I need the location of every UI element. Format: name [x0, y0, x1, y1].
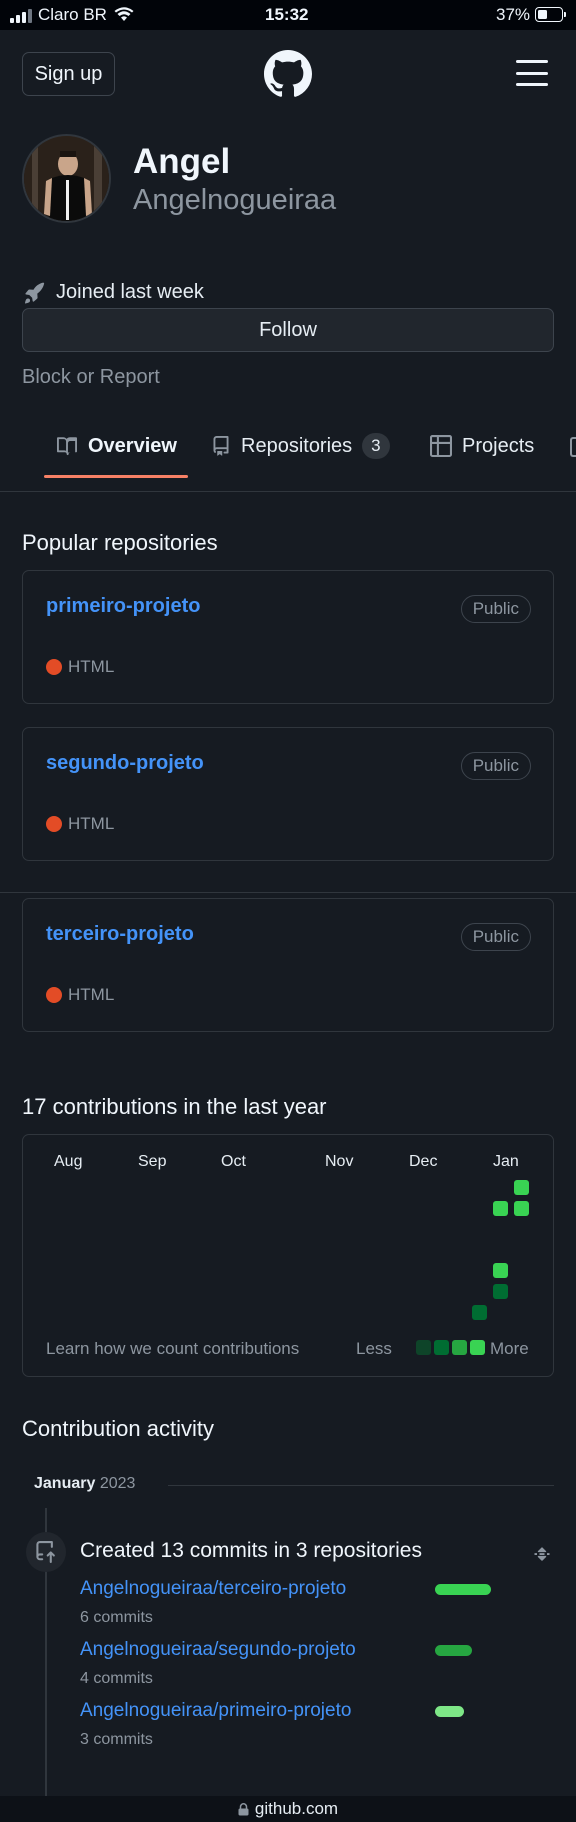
repo-count-badge: 3 — [362, 433, 390, 459]
month-label: Dec — [409, 1153, 438, 1170]
popular-repos-heading: Popular repositories — [22, 530, 218, 555]
tabs-divider — [0, 491, 576, 492]
activity-year: 2023 — [99, 1475, 136, 1492]
browser-url-bar[interactable]: github.com — [0, 1796, 576, 1822]
repo-card: primeiro-projeto Public HTML — [22, 570, 554, 704]
table-icon — [430, 435, 452, 457]
sign-up-button[interactable]: Sign up — [22, 52, 115, 96]
tab-overflow-icon[interactable] — [570, 437, 576, 457]
joined-label: Joined last week — [56, 281, 204, 303]
battery-percent: 37% — [496, 5, 531, 24]
contributions-heading: 17 contributions in the last year — [22, 1094, 327, 1119]
legend-cell — [434, 1340, 449, 1355]
repo-push-icon — [36, 1541, 55, 1563]
signal-icon — [10, 9, 32, 23]
commit-count-link[interactable]: 6 commits — [80, 1609, 153, 1627]
battery-icon — [535, 7, 566, 22]
repo-icon — [213, 436, 229, 456]
avatar — [22, 134, 111, 223]
tab-overview[interactable]: Overview — [56, 431, 177, 461]
month-divider — [168, 1485, 554, 1486]
visibility-badge: Public — [460, 752, 531, 780]
commit-repo-link[interactable]: Angelnogueiraa/segundo-projeto — [80, 1639, 356, 1661]
contribution-cell[interactable] — [493, 1263, 508, 1278]
commit-count-link[interactable]: 3 commits — [80, 1731, 153, 1749]
repo-card: segundo-projeto Public HTML — [22, 727, 554, 861]
clock: 15:32 — [265, 5, 309, 24]
profile-login: Angelnogueiraa — [133, 184, 337, 216]
lock-icon — [238, 1802, 249, 1815]
legend-cell — [470, 1340, 485, 1355]
language-label: HTML — [68, 657, 115, 676]
github-mark-icon[interactable] — [264, 50, 312, 98]
language-label: HTML — [68, 814, 115, 833]
section-divider — [0, 892, 576, 893]
carrier-label: Claro BR — [38, 5, 107, 24]
activity-title: Created 13 commits in 3 repositories — [80, 1539, 422, 1562]
tab-repositories[interactable]: Repositories 3 — [211, 431, 390, 461]
activity-icon — [26, 1532, 66, 1572]
activity-month-name: January — [34, 1475, 96, 1492]
tab-overview-label: Overview — [88, 434, 177, 457]
month-label: Oct — [221, 1153, 246, 1170]
month-label: Nov — [325, 1153, 354, 1170]
repo-language: HTML — [46, 814, 114, 834]
tab-projects[interactable]: Projects — [430, 431, 534, 461]
learn-contributions-link[interactable]: Learn how we count contributions — [46, 1339, 299, 1359]
book-icon — [57, 437, 77, 456]
active-tab-indicator — [44, 475, 188, 478]
contribution-cell[interactable] — [514, 1180, 529, 1195]
language-color-dot — [46, 816, 62, 832]
month-label: Jan — [493, 1153, 519, 1170]
block-report-link[interactable]: Block or Report — [22, 366, 160, 389]
contribution-cell[interactable] — [514, 1201, 529, 1216]
activity-heading: Contribution activity — [22, 1416, 214, 1441]
activity-month: January 2023 — [34, 1475, 135, 1493]
commit-bar — [435, 1584, 491, 1595]
tab-projects-label: Projects — [462, 434, 535, 457]
repo-language: HTML — [46, 985, 114, 1005]
repo-link[interactable]: segundo-projeto — [46, 752, 204, 775]
hamburger-icon[interactable] — [516, 60, 548, 86]
repo-link[interactable]: terceiro-projeto — [46, 923, 194, 946]
language-color-dot — [46, 659, 62, 675]
repo-card: terceiro-projeto Public HTML — [22, 898, 554, 1032]
legend-cell — [452, 1340, 467, 1355]
legend-less: Less — [356, 1339, 392, 1358]
profile-name: Angel — [133, 142, 231, 181]
tab-repositories-label: Repositories — [241, 434, 353, 457]
repo-language: HTML — [46, 657, 114, 677]
month-label: Sep — [138, 1153, 167, 1170]
wifi-icon — [114, 7, 134, 21]
commit-repo-link[interactable]: Angelnogueiraa/primeiro-projeto — [80, 1700, 351, 1722]
repo-link[interactable]: primeiro-projeto — [46, 595, 200, 618]
language-color-dot — [46, 987, 62, 1003]
commit-repo-link[interactable]: Angelnogueiraa/terceiro-projeto — [80, 1578, 346, 1600]
rocket-icon — [25, 282, 45, 304]
follow-button[interactable]: Follow — [22, 308, 554, 352]
legend-more: More — [490, 1339, 529, 1358]
legend-cell — [416, 1340, 431, 1355]
language-label: HTML — [68, 985, 115, 1004]
commit-bar — [435, 1706, 464, 1717]
contribution-cell[interactable] — [493, 1201, 508, 1216]
visibility-badge: Public — [460, 595, 531, 623]
contribution-cell[interactable] — [472, 1305, 487, 1320]
visibility-badge: Public — [460, 923, 531, 951]
commit-bar — [435, 1645, 472, 1656]
month-label: Aug — [54, 1153, 83, 1170]
commit-count-link[interactable]: 4 commits — [80, 1670, 153, 1688]
fold-icon[interactable] — [532, 1543, 552, 1565]
url-text: github.com — [254, 1799, 339, 1818]
contribution-cell[interactable] — [493, 1284, 508, 1299]
